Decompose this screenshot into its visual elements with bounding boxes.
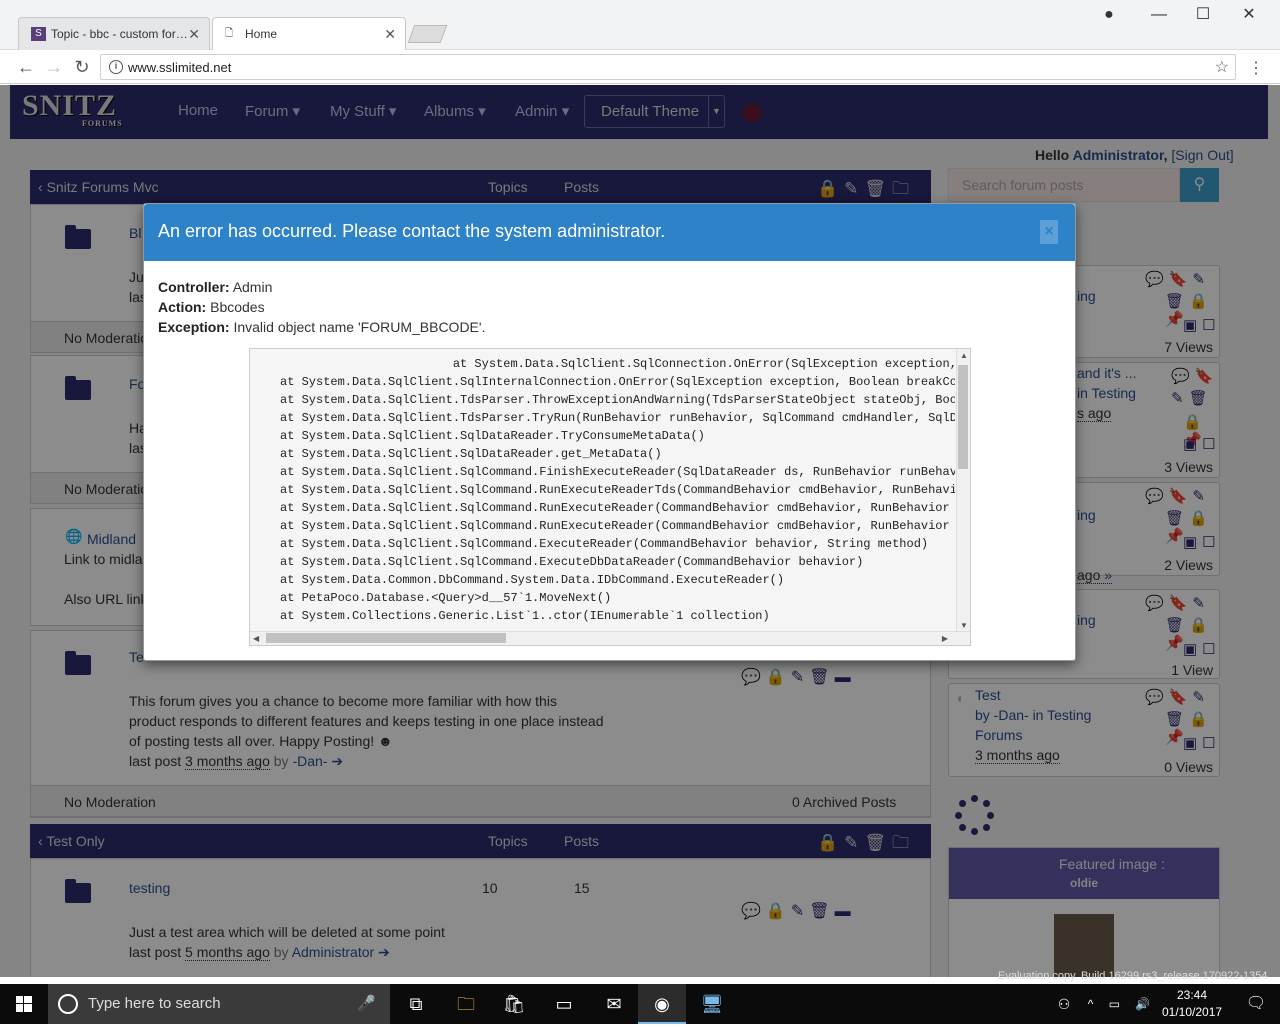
bookmark-star-icon[interactable]: ☆ bbox=[1215, 57, 1229, 77]
action-value: Bbcodes bbox=[210, 299, 265, 315]
scroll-left-icon[interactable]: ◀ bbox=[253, 634, 259, 643]
controller-label: Controller: bbox=[158, 279, 230, 295]
windows-start-icon[interactable] bbox=[0, 984, 48, 1024]
web-page: SNITZ FORUMS Home Forum ▾ My Stuff ▾ Alb… bbox=[0, 85, 1280, 977]
windows-taskbar: Type here to search 🎤 ⧉ 🗀 🛍 ▭ ✉ ◉ 🖥 ⚇ ^ … bbox=[0, 984, 1280, 1024]
taskbar-clock[interactable]: 23:44 01/10/2017 bbox=[1162, 987, 1222, 1021]
url-text: www.sslimited.net bbox=[128, 60, 232, 75]
evaluation-watermark: Evaluation copy. Build 16299.rs3_release… bbox=[998, 970, 1268, 982]
notifications-icon[interactable]: 🗨 bbox=[1232, 984, 1280, 1024]
clock-date: 01/10/2017 bbox=[1162, 1005, 1223, 1019]
close-tab-icon[interactable]: ✕ bbox=[188, 18, 200, 50]
chrome-icon[interactable]: ◉ bbox=[638, 984, 686, 1024]
task-view-icon[interactable]: ⧉ bbox=[392, 984, 440, 1024]
people-icon[interactable]: ⚇ bbox=[1040, 984, 1088, 1024]
stack-trace-box[interactable]: at System.Data.SqlClient.SqlConnection.O… bbox=[249, 348, 971, 646]
snitz-favicon-icon: S bbox=[31, 27, 46, 41]
scroll-down-icon[interactable]: ▼ bbox=[960, 621, 968, 630]
controller-line: Controller: Admin bbox=[158, 279, 272, 295]
scroll-thumb[interactable] bbox=[958, 365, 968, 469]
forward-icon[interactable]: → bbox=[42, 56, 66, 78]
stack-trace-text: at System.Data.SqlClient.SqlConnection.O… bbox=[280, 357, 955, 623]
scroll-up-icon[interactable]: ▲ bbox=[960, 351, 968, 360]
modal-header: An error has occurred. Please contact th… bbox=[144, 204, 1075, 261]
error-modal: An error has occurred. Please contact th… bbox=[143, 203, 1076, 661]
info-icon[interactable]: i bbox=[109, 60, 123, 74]
scroll-thumb[interactable] bbox=[266, 633, 506, 643]
minimize-button[interactable]: — bbox=[1144, 4, 1174, 26]
reload-icon[interactable]: ↻ bbox=[70, 56, 94, 78]
store-icon[interactable]: 🛍 bbox=[490, 984, 538, 1024]
horizontal-scrollbar[interactable]: ◀ ▶ bbox=[250, 631, 970, 645]
maximize-button[interactable]: ☐ bbox=[1188, 4, 1218, 26]
page-icon: 🗋 bbox=[225, 28, 234, 39]
taskbar-search-input[interactable]: Type here to search 🎤 bbox=[48, 984, 390, 1024]
action-line: Action: Bbcodes bbox=[158, 299, 265, 315]
tab-home[interactable]: 🗋 Home ✕ bbox=[212, 17, 406, 50]
mail-icon[interactable]: ✉ bbox=[590, 984, 638, 1024]
close-icon[interactable]: × bbox=[1040, 220, 1058, 244]
address-bar-row: ← → ↻ i www.sslimited.net ☆ ⋮ bbox=[0, 50, 1280, 84]
action-label: Action: bbox=[158, 299, 207, 315]
new-tab-button[interactable] bbox=[407, 25, 448, 43]
exception-line: Exception: Invalid object name 'FORUM_BB… bbox=[158, 319, 485, 335]
tab-topic[interactable]: S Topic - bbc - custom for… ✕ bbox=[18, 17, 210, 50]
browser-menu-icon[interactable]: ⋮ bbox=[1248, 58, 1264, 78]
terminal-icon[interactable]: ▭ bbox=[540, 984, 588, 1024]
back-icon[interactable]: ← bbox=[14, 56, 38, 78]
clock-time: 23:44 bbox=[1176, 988, 1208, 1002]
url-field[interactable]: i www.sslimited.net ☆ bbox=[100, 54, 1236, 80]
close-window-button[interactable]: ✕ bbox=[1234, 4, 1264, 26]
close-tab-icon[interactable]: ✕ bbox=[384, 18, 396, 50]
vertical-scrollbar[interactable]: ▲ ▼ bbox=[956, 349, 970, 632]
exception-value: Invalid object name 'FORUM_BBCODE'. bbox=[233, 319, 486, 335]
tab-label: Home bbox=[245, 27, 278, 41]
taskbar-search-placeholder: Type here to search bbox=[88, 995, 221, 1012]
cortana-icon bbox=[58, 994, 78, 1014]
modal-title: An error has occurred. Please contact th… bbox=[158, 221, 666, 241]
scroll-right-icon[interactable]: ▶ bbox=[942, 634, 948, 643]
browser-tab-strip: S Topic - bbc - custom for… ✕ 🗋 Home ✕ ●… bbox=[0, 0, 1280, 50]
exception-label: Exception: bbox=[158, 319, 230, 335]
profile-icon[interactable]: ● bbox=[1094, 4, 1124, 26]
controller-value: Admin bbox=[232, 279, 273, 295]
microphone-icon[interactable]: 🎤 bbox=[357, 984, 376, 1024]
file-explorer-icon[interactable]: 🗀 bbox=[442, 984, 490, 1024]
remote-desktop-icon[interactable]: 🖥 bbox=[688, 984, 736, 1024]
system-tray-icons[interactable]: ^ ▭ 🔊 bbox=[1082, 984, 1162, 1024]
tab-label: Topic - bbc - custom for… bbox=[51, 27, 188, 41]
